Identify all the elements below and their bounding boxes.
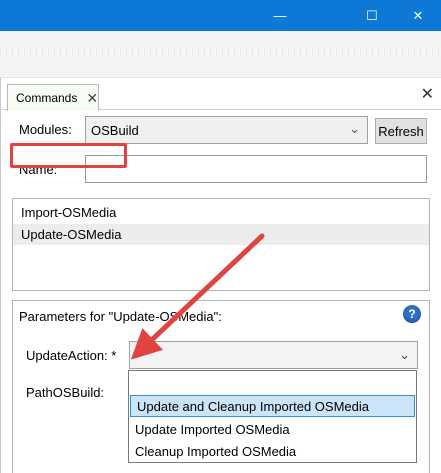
dropdown-option[interactable]: Cleanup Imported OSMedia (129, 440, 416, 462)
path-osbuild-label: PathOSBuild: (26, 385, 105, 400)
maximize-icon: ☐ (366, 7, 378, 23)
close-button[interactable]: ✕ (395, 0, 441, 31)
list-item[interactable]: Import-OSMedia (13, 202, 429, 223)
dropdown-option[interactable]: Update Imported OSMedia (129, 418, 416, 440)
update-action-dropdown[interactable]: Update and Cleanup Imported OSMedia Upda… (128, 370, 417, 463)
window-titlebar: — ☐ ✕ (0, 0, 441, 31)
minimize-icon: — (273, 8, 287, 23)
chevron-down-icon: ⌄ (349, 121, 360, 136)
toolbar-band (0, 48, 441, 56)
close-icon: ✕ (412, 7, 424, 23)
modules-label: Modules: (19, 122, 72, 137)
maximize-button[interactable]: ☐ (349, 0, 395, 31)
parameters-title: Parameters for "Update-OSMedia": (19, 309, 222, 324)
refresh-button[interactable]: Refresh (375, 118, 427, 144)
name-field[interactable] (85, 155, 427, 183)
tab-label: Commands (16, 91, 78, 105)
modules-select[interactable]: OSBuild ⌄ (85, 116, 368, 144)
dropdown-option[interactable]: Update and Cleanup Imported OSMedia (130, 395, 415, 417)
minimize-button[interactable]: — (257, 0, 303, 31)
tab-close-icon[interactable]: ✕ (86, 90, 98, 107)
chevron-down-icon: ⌄ (399, 347, 410, 362)
help-icon[interactable]: ? (403, 305, 421, 323)
update-action-select[interactable]: ⌄ (129, 341, 418, 369)
modules-value: OSBuild (91, 122, 139, 138)
annotation-highlight-box (10, 143, 127, 168)
tab-bar: Commands ✕ ✕ (1, 78, 441, 111)
tab-commands[interactable]: Commands ✕ (7, 84, 99, 111)
update-action-label: UpdateAction: * (26, 348, 117, 363)
pane-close-icon[interactable]: ✕ (421, 84, 434, 104)
list-item-selected[interactable]: Update-OSMedia (13, 224, 429, 245)
command-list[interactable]: Import-OSMedia Update-OSMedia (12, 198, 430, 291)
